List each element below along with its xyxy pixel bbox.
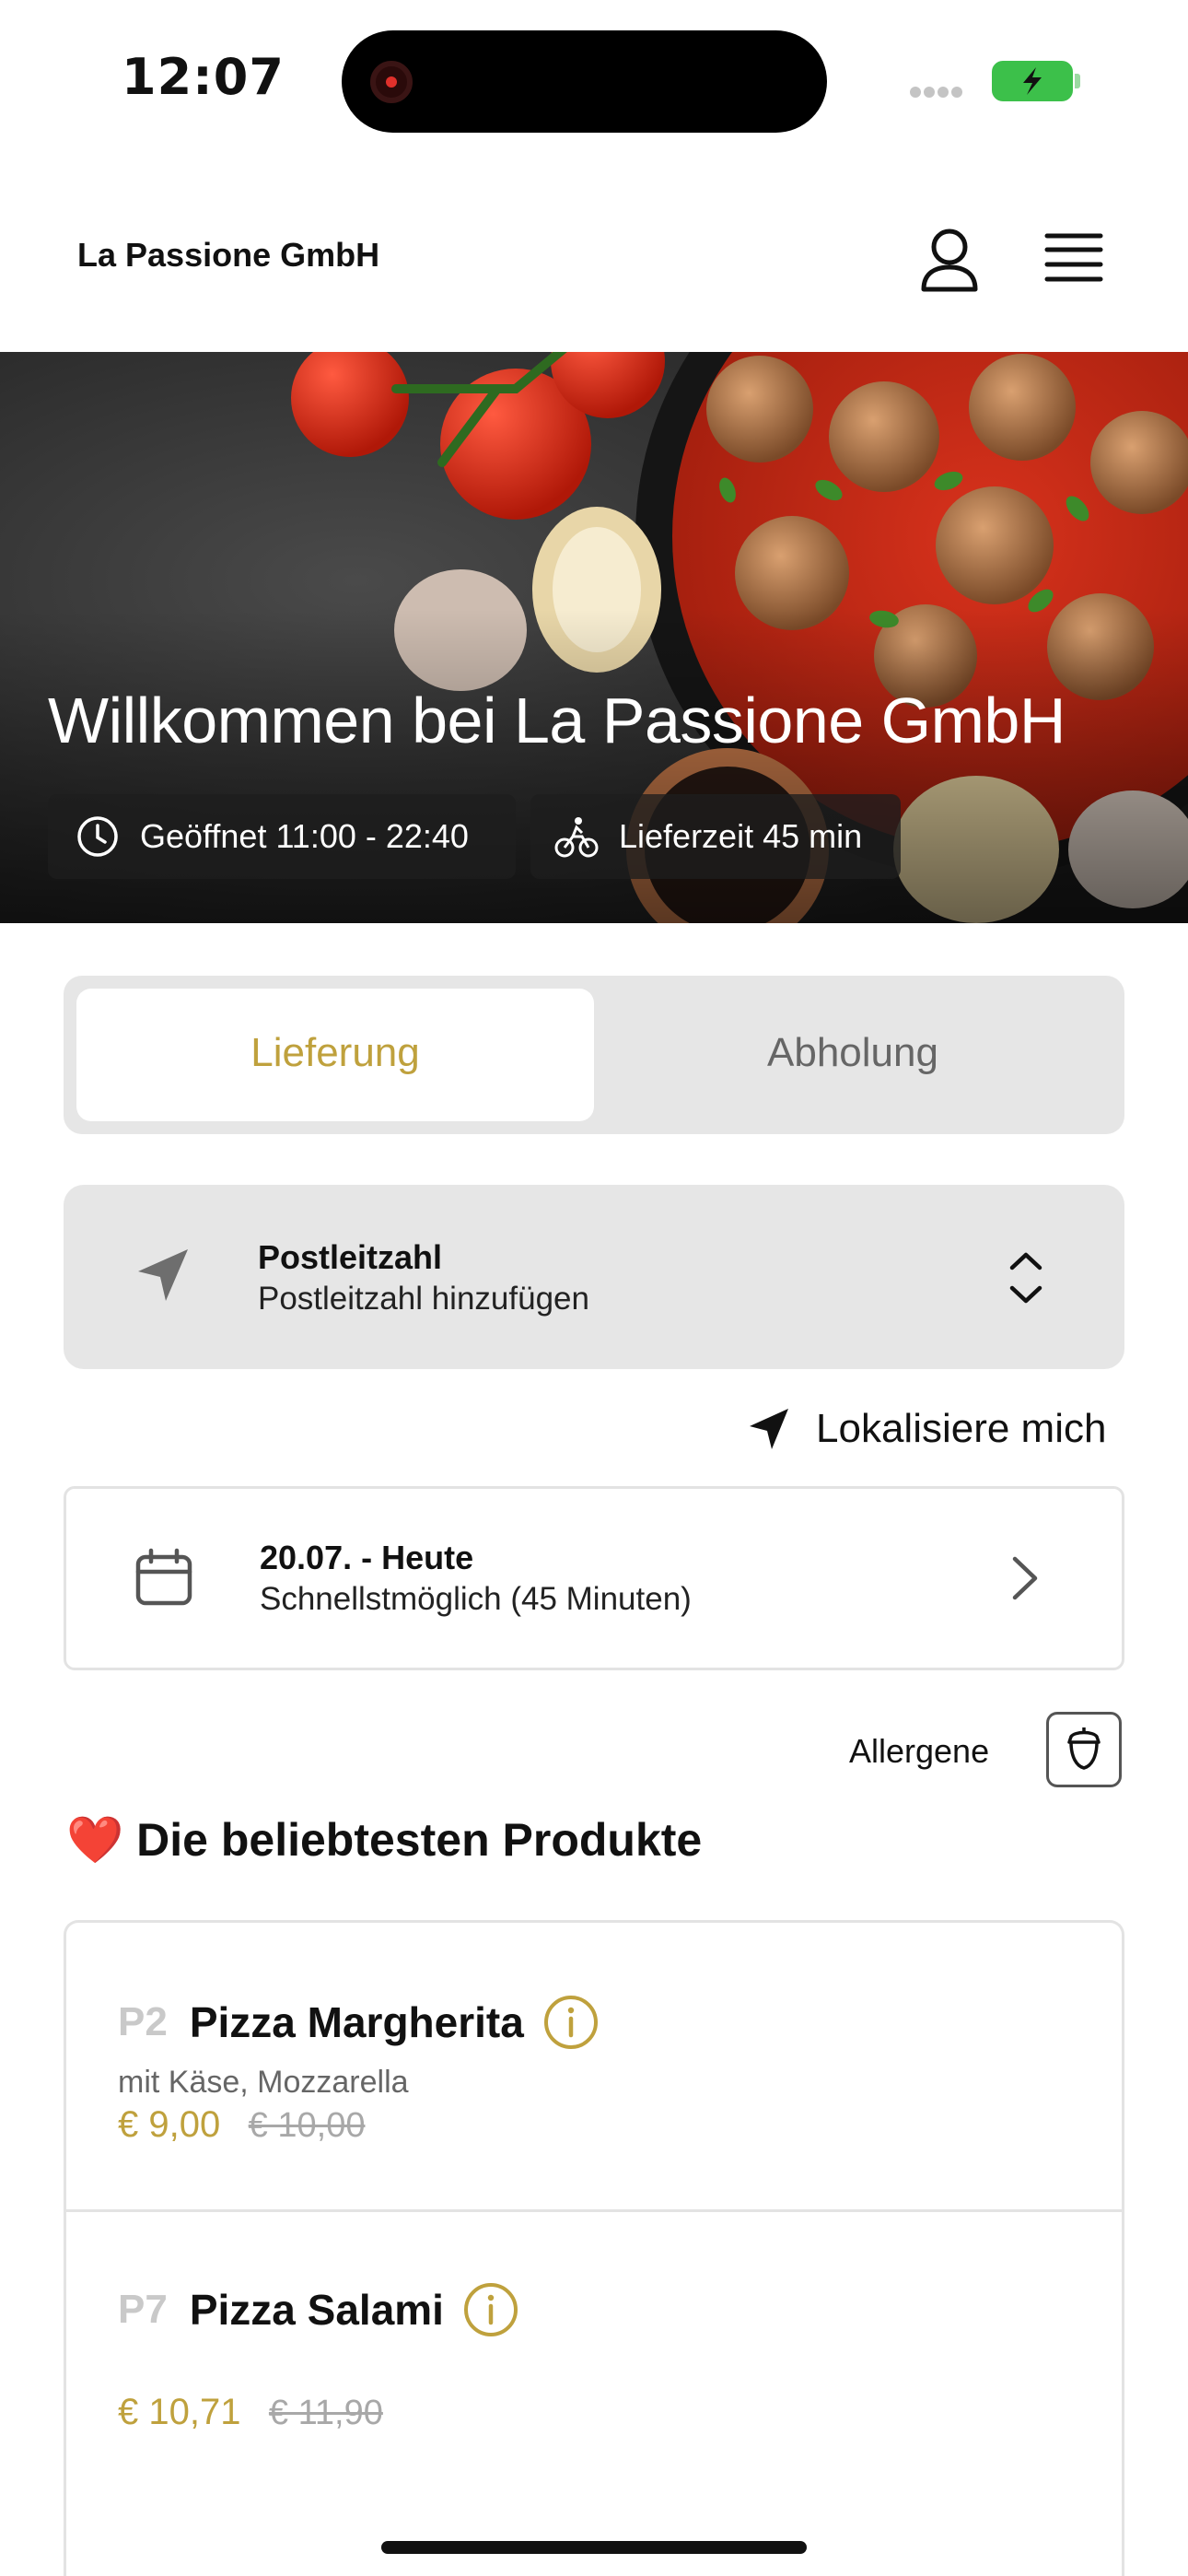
delivery-time-badge: Lieferzeit 45 min bbox=[530, 794, 901, 879]
product-card-p2[interactable]: P2 Pizza Margherita bbox=[118, 1994, 600, 2051]
brand-name[interactable]: La Passione GmbH bbox=[77, 236, 379, 275]
product-price: € 9,00 bbox=[118, 2104, 221, 2145]
product-card-p7[interactable]: P7 Pizza Salami bbox=[118, 2281, 519, 2338]
allergens-label[interactable]: Allergene bbox=[849, 1732, 989, 1771]
product-description: mit Käse, Mozzarella bbox=[118, 2065, 409, 2100]
hero-title: Willkommen bei La Passione GmbH bbox=[48, 685, 1066, 756]
opening-hours-badge: Geöffnet 11:00 - 22:40 bbox=[48, 794, 516, 879]
info-icon[interactable] bbox=[542, 1994, 600, 2051]
popular-products-heading: ❤️ Die beliebtesten Produkte bbox=[66, 1813, 702, 1868]
product-price-row: € 9,00 € 10,00 bbox=[118, 2104, 365, 2146]
battery-cap bbox=[1075, 74, 1080, 88]
product-old-price: € 11,90 bbox=[268, 2394, 383, 2432]
battery-icon bbox=[992, 61, 1073, 101]
product-code: P2 bbox=[118, 1999, 168, 2044]
locate-me-button[interactable]: Lokalisiere mich bbox=[748, 1402, 1106, 1456]
product-name: Pizza Margherita bbox=[189, 1998, 524, 2046]
location-arrow-icon bbox=[134, 1246, 193, 1309]
dynamic-island bbox=[342, 30, 827, 133]
navigation-arrow-icon bbox=[750, 1409, 788, 1449]
hamburger-menu-icon[interactable] bbox=[1044, 232, 1103, 284]
schedule-date: 20.07. - Heute bbox=[260, 1539, 474, 1576]
cellular-signal-icon bbox=[910, 86, 973, 98]
heart-icon: ❤️ bbox=[66, 1813, 124, 1867]
schedule-selector[interactable] bbox=[64, 1486, 1124, 1670]
home-indicator[interactable] bbox=[381, 2541, 807, 2554]
product-name: Pizza Salami bbox=[189, 2286, 444, 2334]
opening-hours-text: Geöffnet 11:00 - 22:40 bbox=[140, 817, 469, 855]
info-icon[interactable] bbox=[462, 2281, 519, 2338]
delivery-time-text: Lieferzeit 45 min bbox=[619, 817, 863, 855]
clock-icon bbox=[77, 816, 118, 857]
calendar-icon bbox=[134, 1548, 193, 1611]
acorn-icon bbox=[1067, 1727, 1101, 1770]
popular-products-title: Die beliebtesten Produkte bbox=[136, 1814, 703, 1866]
tab-abholung[interactable]: Abholung bbox=[594, 1030, 1112, 1076]
product-price-row: € 10,71 € 11,90 bbox=[118, 2392, 383, 2433]
product-price: € 10,71 bbox=[118, 2392, 241, 2432]
tab-lieferung[interactable]: Lieferung bbox=[76, 1030, 594, 1076]
divider bbox=[66, 2209, 1122, 2212]
product-old-price: € 10,00 bbox=[248, 2106, 366, 2145]
bicycle-courier-icon bbox=[554, 817, 599, 858]
product-code: P7 bbox=[118, 2287, 168, 2332]
locate-me-label: Lokalisiere mich bbox=[816, 1406, 1107, 1451]
user-icon[interactable] bbox=[919, 227, 980, 293]
postal-code-placeholder[interactable]: Postleitzahl hinzufügen bbox=[258, 1281, 589, 1317]
chevron-right-icon[interactable] bbox=[1009, 1555, 1041, 1606]
schedule-time: Schnellstmöglich (45 Minuten) bbox=[260, 1581, 692, 1617]
postal-code-field[interactable] bbox=[64, 1185, 1124, 1369]
status-time: 12:07 bbox=[122, 48, 285, 106]
recording-indicator-icon bbox=[370, 61, 413, 103]
chevron-up-down-icon[interactable] bbox=[1007, 1249, 1044, 1311]
postal-code-label: Postleitzahl bbox=[258, 1238, 443, 1276]
allergens-button[interactable] bbox=[1046, 1712, 1122, 1787]
